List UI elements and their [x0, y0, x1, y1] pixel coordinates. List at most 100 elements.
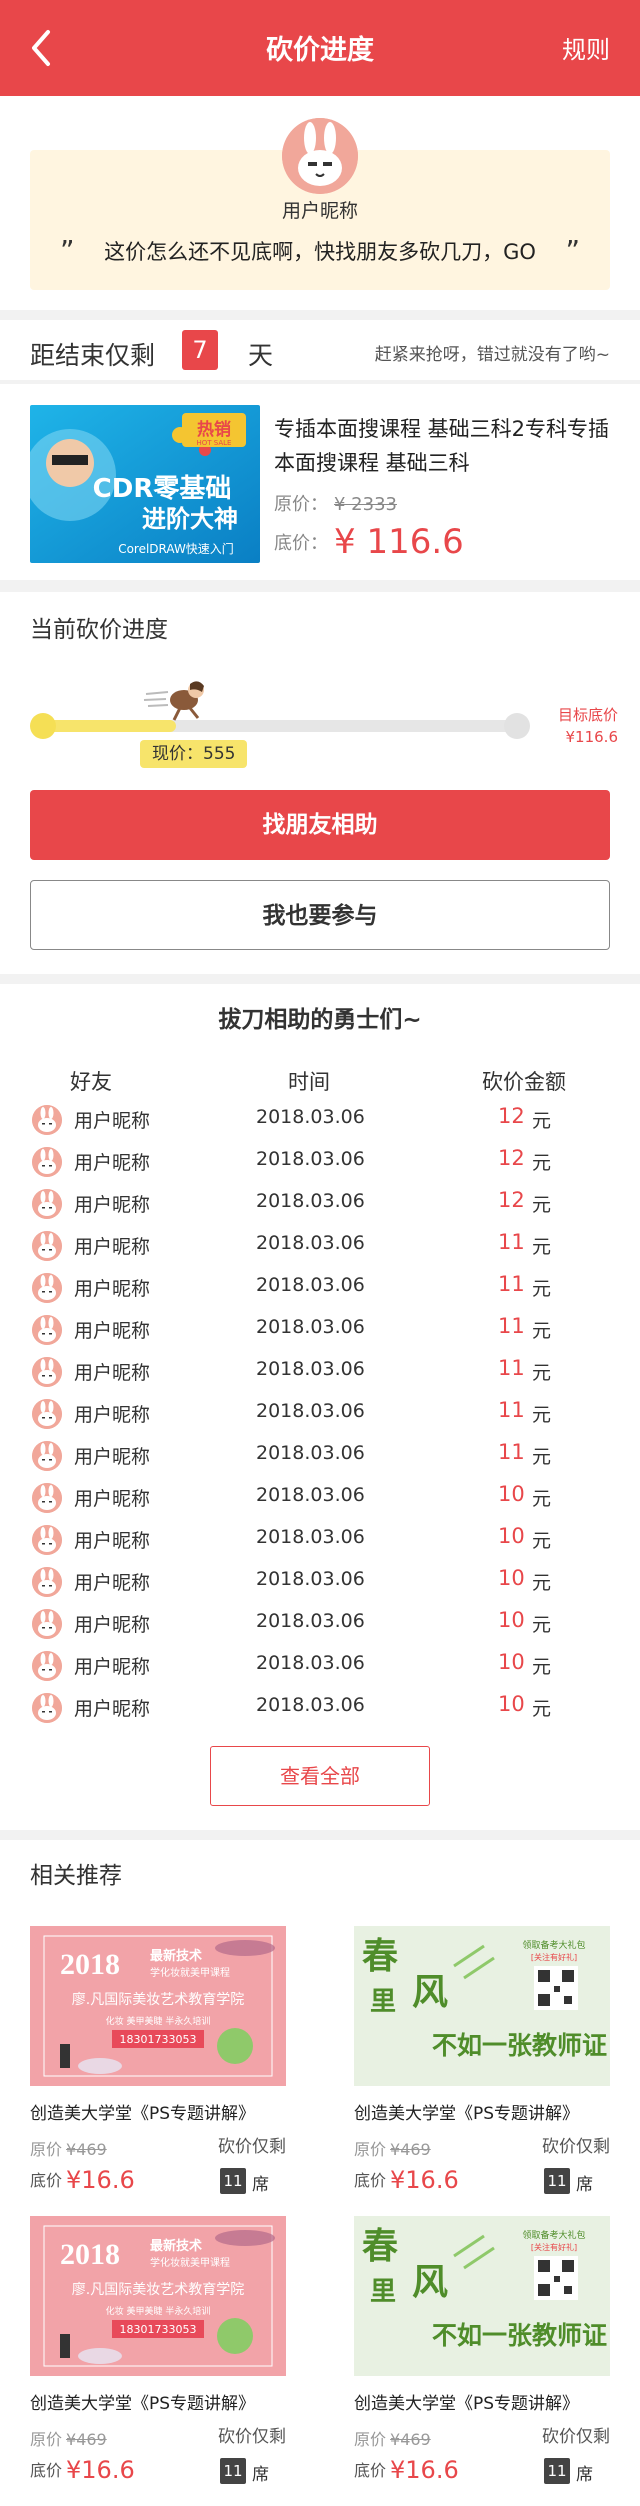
- helper-name: 用户昵称: [74, 1194, 151, 1216]
- helper-name: 用户昵称: [74, 1446, 151, 1468]
- helper-name: 用户昵称: [74, 1320, 151, 1342]
- helper-name: 用户昵称: [74, 1362, 151, 1384]
- helper-name: 用户昵称: [74, 1236, 151, 1258]
- course-thumbnail[interactable]: 2018 最新技术 学化妆就美甲课程 廖.凡国际美妆艺术教育学院 化妆 美甲美睫 半永久…: [30, 2216, 286, 2376]
- course-name[interactable]: 创造美大学堂《PS专题讲解》: [30, 2099, 286, 2124]
- table-row: 用户昵称 2018.03.06 10 元: [0, 1644, 640, 1686]
- rabbit-avatar-icon: [282, 118, 358, 194]
- svg-text:风: 风: [412, 1972, 448, 2013]
- seats-badge: 11: [544, 2458, 570, 2484]
- helper-amount: 11: [498, 1398, 525, 1422]
- amount-unit: 元: [532, 1362, 552, 1384]
- svg-text:廖.凡国际美妆艺术教育学院: 廖.凡国际美妆艺术教育学院: [72, 2281, 244, 2298]
- orig-value: ¥ 2333: [334, 494, 397, 515]
- rabbit-avatar-icon: [32, 1651, 62, 1681]
- helper-date: 2018.03.06: [256, 1652, 365, 1674]
- amount-unit: 元: [532, 1614, 552, 1636]
- countdown-unit: 天: [248, 341, 274, 370]
- seats-unit: 席: [252, 2175, 269, 2195]
- svg-text:风: 风: [412, 2262, 448, 2303]
- amount-unit: 元: [532, 1446, 552, 1468]
- orig-label: 原价: [30, 2430, 63, 2449]
- svg-text:2018: 2018: [60, 2238, 120, 2271]
- helper-date: 2018.03.06: [256, 1316, 365, 1338]
- course-name[interactable]: 创造美大学堂《PS专题讲解》: [354, 2389, 610, 2414]
- svg-text:里: 里: [370, 2277, 396, 2307]
- course-name[interactable]: 创造美大学堂《PS专题讲解》: [354, 2099, 610, 2124]
- course-original-price: 原价 ¥469: [354, 2426, 431, 2450]
- svg-text:廖.凡国际美妆艺术教育学院: 廖.凡国际美妆艺术教育学院: [72, 1991, 244, 2008]
- view-all-button[interactable]: 查看全部: [210, 1746, 430, 1806]
- course-banner-image: 2018 最新技术学化妆就美甲课程廖.凡国际美妆艺术教育学院化妆 美甲美睫 半永久…: [30, 1926, 286, 2086]
- table-row: 用户昵称 2018.03.06 11 元: [0, 1392, 640, 1434]
- table-row: 用户昵称 2018.03.06 11 元: [0, 1266, 640, 1308]
- target-label: 目标底价: [557, 706, 618, 724]
- product-floor-price: 底价： ¥ 116.6: [274, 522, 464, 562]
- orig-label: 原价: [354, 2140, 387, 2159]
- remaining-label: 砍价仅剩: [218, 2137, 286, 2157]
- remaining-label: 砍价仅剩: [542, 2137, 610, 2157]
- runner-icon: [143, 681, 204, 721]
- app-header: 砍价进度 规则: [0, 0, 640, 96]
- course-banner-image: 2018 最新技术学化妆就美甲课程廖.凡国际美妆艺术教育学院化妆 美甲美睫 半永久…: [30, 2216, 286, 2376]
- orig-value: ¥469: [66, 2430, 107, 2449]
- helper-name: 用户昵称: [74, 1152, 151, 1174]
- avatar: [32, 1231, 62, 1261]
- helper-name: 用户昵称: [74, 1530, 151, 1552]
- floor-value: ¥16.6: [66, 2166, 135, 2194]
- helper-amount: 12: [498, 1146, 525, 1170]
- seats-badge: 11: [220, 2458, 246, 2484]
- helper-amount: 10: [498, 1482, 525, 1506]
- progress-title: 当前砍价进度: [30, 617, 168, 643]
- helper-amount: 12: [498, 1188, 525, 1212]
- table-row: 用户昵称 2018.03.06 11 元: [0, 1350, 640, 1392]
- svg-text:不如一张教师证: 不如一张教师证: [432, 2031, 607, 2060]
- course-name[interactable]: 创造美大学堂《PS专题讲解》: [30, 2389, 286, 2414]
- rules-link[interactable]: 规则: [562, 30, 610, 65]
- table-row: 用户昵称 2018.03.06 12 元: [0, 1182, 640, 1224]
- progress-start-dot: [30, 713, 56, 739]
- floor-value: ¥ 116.6: [334, 522, 464, 562]
- product-image[interactable]: 热销 HOT SALE CDR零基础 进阶大神 CorelDRAW快速入门: [30, 405, 260, 563]
- course-floor-price: 底价 ¥16.6: [30, 2456, 135, 2484]
- svg-text:学化妆就美甲课程: 学化妆就美甲课程: [150, 2256, 230, 2269]
- floor-label: 底价: [354, 2171, 387, 2190]
- helper-date: 2018.03.06: [256, 1610, 365, 1632]
- helper-amount: 10: [498, 1608, 525, 1632]
- avatar: [32, 1147, 62, 1177]
- amount-unit: 元: [532, 1698, 552, 1720]
- helper-amount: 10: [498, 1524, 525, 1548]
- helper-date: 2018.03.06: [256, 1232, 365, 1254]
- col-friend: 好友: [70, 1070, 112, 1094]
- avatar: [32, 1399, 62, 1429]
- remaining-label: 砍价仅剩: [542, 2427, 610, 2447]
- course-thumbnail[interactable]: 春风里不如一张教师证 领取备考大礼包 [关注有好礼]: [354, 2216, 610, 2376]
- course-thumbnail[interactable]: 2018 最新技术 学化妆就美甲课程 廖.凡国际美妆艺术教育学院 化妆 美甲美睫 半永久…: [30, 1926, 286, 2086]
- course-banner-image: 春风里不如一张教师证 领取备考大礼包[关注有好礼]: [354, 1926, 610, 2086]
- avatar: [32, 1567, 62, 1597]
- hot-badge: 热销: [197, 419, 231, 440]
- rabbit-avatar-icon: [32, 1399, 62, 1429]
- current-price-tag: 现价：555: [140, 740, 248, 768]
- helper-date: 2018.03.06: [256, 1568, 365, 1590]
- floor-value: ¥16.6: [390, 2456, 459, 2484]
- banner-line3: CorelDRAW快速入门: [118, 541, 234, 556]
- product-original-price: 原价： ¥ 2333: [274, 490, 397, 516]
- find-friends-button[interactable]: 找朋友相助: [30, 790, 610, 860]
- join-button[interactable]: 我也要参与: [30, 880, 610, 950]
- svg-text:不如一张教师证: 不如一张教师证: [432, 2321, 607, 2350]
- avatar: [32, 1525, 62, 1555]
- table-row: 用户昵称 2018.03.06 11 元: [0, 1434, 640, 1476]
- orig-value: ¥469: [390, 2430, 431, 2449]
- course-floor-price: 底价 ¥16.6: [30, 2166, 135, 2194]
- course-thumbnail[interactable]: 春风里不如一张教师证 领取备考大礼包 [关注有好礼]: [354, 1926, 610, 2086]
- hot-badge-sub: HOT SALE: [197, 439, 232, 447]
- orig-value: ¥469: [390, 2140, 431, 2159]
- amount-unit: 元: [532, 1530, 552, 1552]
- rabbit-avatar-icon: [32, 1609, 62, 1639]
- rabbit-avatar-icon: [32, 1441, 62, 1471]
- product-title[interactable]: 专插本面搜课程 基础三科2专科专插本面搜课程 基础三科: [274, 412, 614, 480]
- helper-date: 2018.03.06: [256, 1400, 365, 1422]
- amount-unit: 元: [532, 1572, 552, 1594]
- svg-text:最新技术: 最新技术: [150, 2238, 202, 2254]
